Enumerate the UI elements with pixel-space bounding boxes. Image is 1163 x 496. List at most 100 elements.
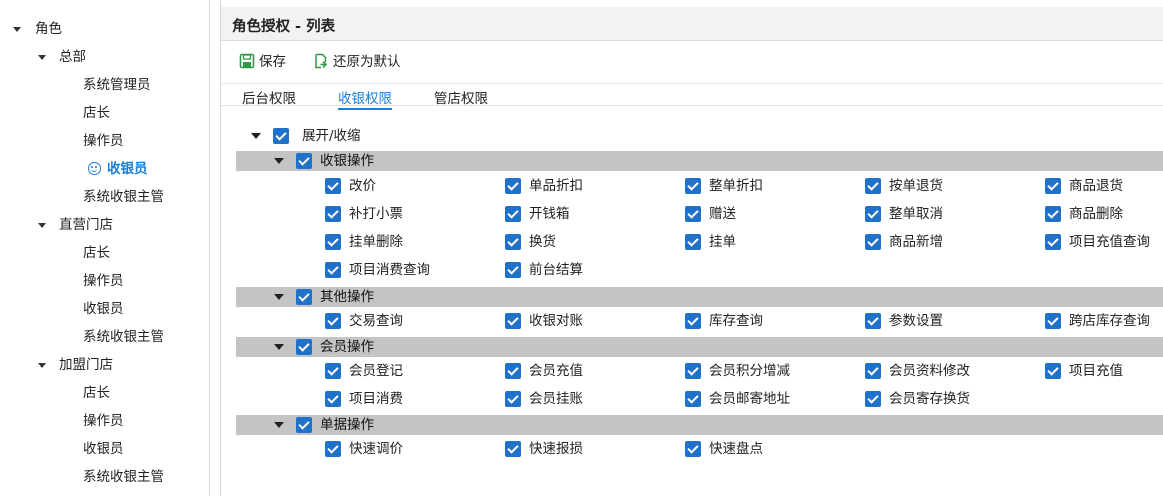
permission-label: 跨店库存查询	[1069, 313, 1150, 329]
tree-root[interactable]: 角色	[35, 18, 62, 40]
permission-checkbox[interactable]	[505, 178, 521, 194]
permission-checkbox[interactable]	[505, 441, 521, 457]
permission-checkbox[interactable]	[505, 234, 521, 250]
permission-label: 收银对账	[529, 313, 583, 329]
permission-checkbox[interactable]	[865, 363, 881, 379]
permission-checkbox[interactable]	[865, 206, 881, 222]
permission-label: 项目消费查询	[349, 262, 430, 278]
permission-checkbox[interactable]	[1045, 206, 1061, 222]
group-label: 收银操作	[320, 153, 374, 169]
collapse-arrow-icon[interactable]	[274, 158, 284, 164]
permission-label: 项目充值查询	[1069, 234, 1150, 250]
permission-checkbox[interactable]	[505, 206, 521, 222]
permission-checkbox[interactable]	[505, 391, 521, 407]
permission-panel: 角色授权 - 列表 保存 还原为默认 后台权限 收银权限 管店权限 展开/收缩 …	[220, 0, 1163, 496]
permission-checkbox[interactable]	[1045, 234, 1061, 250]
permission-label: 挂单	[709, 234, 736, 250]
permission-checkbox[interactable]	[325, 441, 341, 457]
save-button[interactable]: 保存	[239, 52, 311, 72]
group-label: 会员操作	[320, 339, 374, 355]
expand-arrow-icon[interactable]	[38, 223, 46, 228]
collapse-arrow-icon[interactable]	[251, 133, 261, 139]
tree-group-franchise[interactable]: 加盟门店	[59, 354, 113, 376]
permission-checkbox[interactable]	[685, 391, 701, 407]
tab-cashier[interactable]: 收银权限	[338, 87, 392, 110]
permission-label: 库存查询	[709, 313, 763, 329]
permission-label: 换货	[529, 234, 556, 250]
collapse-arrow-icon[interactable]	[274, 422, 284, 428]
tree-item[interactable]: 系统收银主管	[83, 466, 164, 488]
permission-checkbox[interactable]	[1045, 178, 1061, 194]
permission-label: 会员积分增减	[709, 363, 790, 379]
permission-checkbox[interactable]	[865, 313, 881, 329]
expand-all-label: 展开/收缩	[302, 128, 361, 144]
save-label: 保存	[259, 54, 286, 70]
group-checkbox[interactable]	[296, 153, 312, 169]
collapse-arrow-icon[interactable]	[274, 344, 284, 350]
tree-item[interactable]: 系统收银主管	[83, 186, 164, 208]
permission-checkbox[interactable]	[1045, 363, 1061, 379]
tree-item[interactable]: 系统收银主管	[83, 326, 164, 348]
permission-checkbox[interactable]	[325, 206, 341, 222]
tree-group-hq[interactable]: 总部	[59, 46, 86, 68]
tree-item[interactable]: 操作员	[83, 130, 124, 152]
tree-item[interactable]: 店长	[83, 242, 110, 264]
smile-icon	[88, 162, 101, 175]
permission-checkbox[interactable]	[685, 363, 701, 379]
role-tree: 角色 总部 系统管理员 店长 操作员 收银员 系统收银主管 直营门店 店长 操作…	[0, 0, 210, 496]
permission-checkbox[interactable]	[325, 391, 341, 407]
permission-checkbox[interactable]	[865, 234, 881, 250]
permission-checkbox[interactable]	[325, 234, 341, 250]
permission-checkbox[interactable]	[505, 262, 521, 278]
permission-checkbox[interactable]	[685, 234, 701, 250]
tree-item[interactable]: 操作员	[83, 410, 124, 432]
permission-label: 会员挂账	[529, 391, 583, 407]
group-bar	[236, 337, 1163, 357]
page-title: 角色授权 - 列表	[232, 19, 336, 35]
tree-item[interactable]: 操作员	[83, 270, 124, 292]
permission-checkbox[interactable]	[325, 363, 341, 379]
collapse-arrow-icon[interactable]	[274, 294, 284, 300]
permission-label: 商品删除	[1069, 206, 1123, 222]
permission-label: 会员登记	[349, 363, 403, 379]
tree-item[interactable]: 店长	[83, 382, 110, 404]
expand-arrow-icon[interactable]	[38, 363, 46, 368]
permission-checkbox[interactable]	[505, 363, 521, 379]
permission-label: 会员资料修改	[889, 363, 970, 379]
permission-checkbox[interactable]	[325, 313, 341, 329]
expand-all-checkbox[interactable]	[273, 128, 289, 144]
tree-item-selected[interactable]: 收银员	[88, 158, 148, 180]
permission-checkbox[interactable]	[865, 391, 881, 407]
permission-label: 项目充值	[1069, 363, 1123, 379]
permission-label: 快速盘点	[709, 441, 763, 457]
permission-checkbox[interactable]	[685, 313, 701, 329]
group-bar	[236, 151, 1163, 171]
group-checkbox[interactable]	[296, 289, 312, 305]
permission-label: 商品新增	[889, 234, 943, 250]
permission-checkbox[interactable]	[865, 178, 881, 194]
permission-checkbox[interactable]	[505, 313, 521, 329]
permission-checkbox[interactable]	[325, 262, 341, 278]
permission-label: 挂单删除	[349, 234, 403, 250]
expand-arrow-icon[interactable]	[38, 55, 46, 60]
tree-item[interactable]: 收银员	[83, 438, 124, 460]
group-bar	[236, 415, 1163, 435]
permission-label: 整单取消	[889, 206, 943, 222]
tree-group-direct[interactable]: 直营门店	[59, 214, 113, 236]
tab-backend[interactable]: 后台权限	[242, 87, 296, 108]
permission-checkbox[interactable]	[685, 206, 701, 222]
restore-label: 还原为默认	[333, 54, 401, 70]
tree-item[interactable]: 收银员	[83, 298, 124, 320]
permission-label: 按单退货	[889, 178, 943, 194]
group-checkbox[interactable]	[296, 339, 312, 355]
permission-checkbox[interactable]	[685, 178, 701, 194]
permission-checkbox[interactable]	[1045, 313, 1061, 329]
tree-item[interactable]: 店长	[83, 102, 110, 124]
tree-item[interactable]: 系统管理员	[83, 74, 151, 96]
expand-arrow-icon[interactable]	[13, 27, 21, 32]
restore-default-button[interactable]: 还原为默认	[313, 52, 423, 72]
permission-checkbox[interactable]	[325, 178, 341, 194]
permission-checkbox[interactable]	[685, 441, 701, 457]
tab-store[interactable]: 管店权限	[434, 87, 488, 108]
group-checkbox[interactable]	[296, 417, 312, 433]
